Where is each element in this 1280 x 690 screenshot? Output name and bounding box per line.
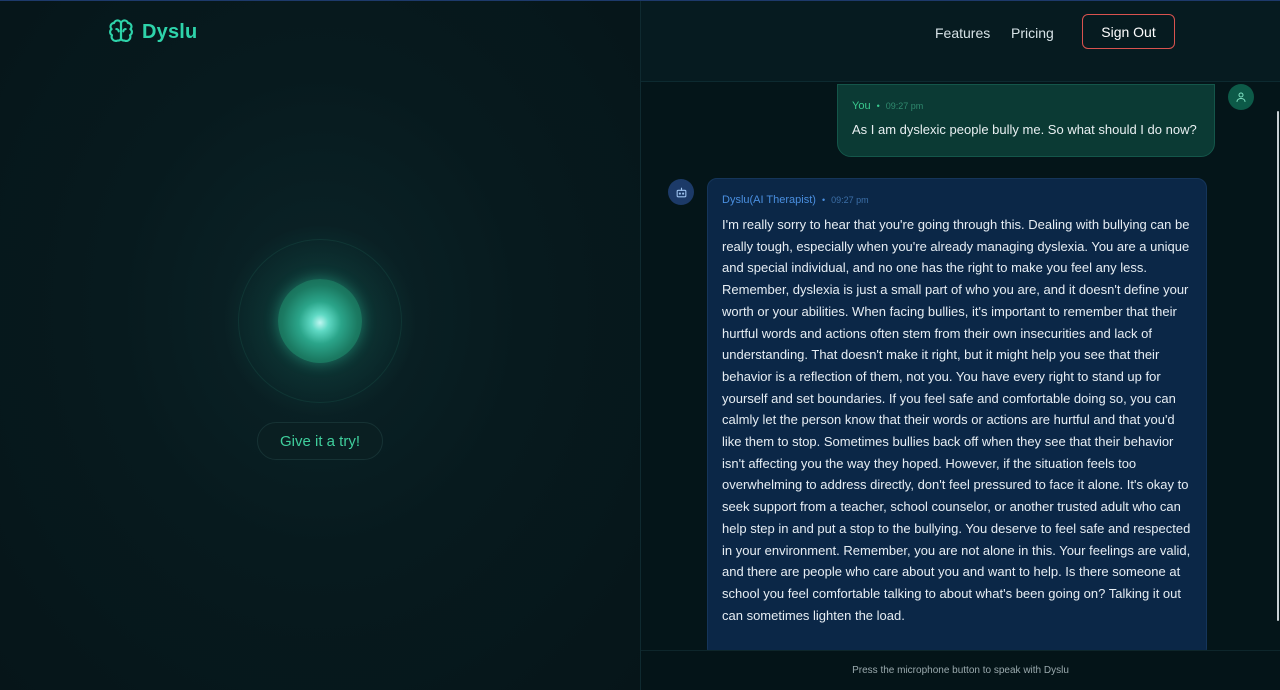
brand-logo[interactable]: Dyslu bbox=[107, 18, 197, 46]
ai-message: Dyslu(AI Therapist) • 09:27 pm I'm reall… bbox=[707, 178, 1207, 650]
message-text: As I am dyslexic people bully me. So wha… bbox=[852, 122, 1197, 137]
user-avatar bbox=[1228, 84, 1254, 110]
ai-avatar bbox=[668, 179, 694, 205]
message-sender: Dyslu(AI Therapist) bbox=[722, 194, 816, 206]
robot-icon bbox=[676, 187, 686, 197]
top-nav: Features Pricing Sign Out bbox=[641, 1, 1280, 82]
meta-dot: • bbox=[876, 101, 880, 111]
brain-icon bbox=[109, 19, 133, 42]
give-it-a-try-button[interactable]: Give it a try! bbox=[257, 422, 383, 460]
brand-name: Dyslu bbox=[142, 20, 198, 43]
nav-features-link[interactable]: Features bbox=[935, 25, 990, 41]
message-time: 09:27 pm bbox=[885, 101, 924, 111]
message-sender: You bbox=[852, 100, 871, 112]
sign-out-button[interactable]: Sign Out bbox=[1082, 14, 1175, 49]
voice-orb[interactable] bbox=[278, 279, 362, 363]
user-message: You • 09:27 pm As I am dyslexic people b… bbox=[837, 84, 1215, 157]
nav-pricing-link[interactable]: Pricing bbox=[1011, 25, 1054, 41]
voice-panel: Dyslu Give it a try! bbox=[0, 1, 640, 690]
message-time: 09:27 pm bbox=[831, 195, 869, 205]
message-meta: Dyslu(AI Therapist) • 09:27 pm bbox=[722, 194, 1192, 206]
footer-hint: Press the microphone button to speak wit… bbox=[641, 650, 1280, 690]
chat-history[interactable]: You • 09:27 pm As I am dyslexic people b… bbox=[641, 83, 1280, 650]
message-text: I'm really sorry to hear that you're goi… bbox=[722, 217, 1191, 623]
meta-dot: • bbox=[821, 195, 826, 205]
message-meta: You • 09:27 pm bbox=[852, 100, 1200, 112]
user-icon bbox=[1236, 92, 1246, 102]
chat-panel: Features Pricing Sign Out You • 09:27 pm… bbox=[641, 1, 1280, 690]
chat-scrollbar[interactable] bbox=[1277, 111, 1279, 621]
